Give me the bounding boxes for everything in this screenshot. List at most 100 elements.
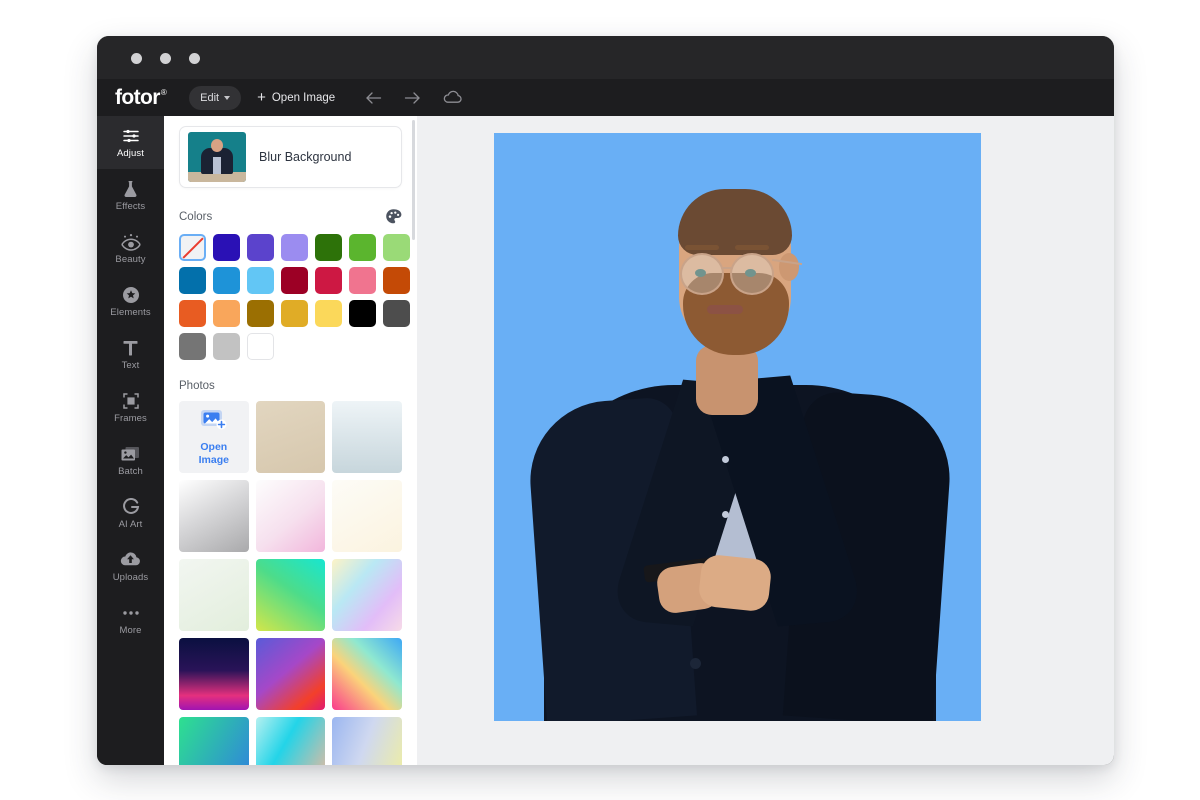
photo-tile-pale-green-gradient[interactable] <box>179 559 249 631</box>
color-swatch-white[interactable] <box>247 333 274 360</box>
panel-scrollbar[interactable] <box>412 120 415 240</box>
color-swatch-gold[interactable] <box>281 300 308 327</box>
sidebar-item-label: Effects <box>115 201 146 212</box>
photo-tile-pale-blue-gradient[interactable] <box>332 401 402 473</box>
photo-tile-sunset-cyan-gradient[interactable] <box>332 638 402 710</box>
photos-section-header: Photos <box>179 380 402 392</box>
arrow-left-icon[interactable] <box>365 91 382 105</box>
photo-tile-navy-magenta-gradient[interactable] <box>179 638 249 710</box>
main-content: Adjust Effects Beauty Elements Text Fram… <box>97 116 1114 765</box>
sidebar-item-label: Text <box>121 360 140 371</box>
sidebar-item-label: Elements <box>110 307 151 318</box>
sidebar-item-label: Batch <box>118 466 143 477</box>
color-swatch-gray[interactable] <box>179 333 206 360</box>
sidebar-item-text[interactable]: Text <box>97 328 164 381</box>
fotor-logo-text: fotor <box>115 86 160 109</box>
color-swatch-medium-blue[interactable] <box>213 267 240 294</box>
blur-background-label: Blur Background <box>259 150 352 164</box>
sidebar-item-label: More <box>119 625 142 636</box>
color-swatch-dark-gold[interactable] <box>247 300 274 327</box>
photo-tile-cyan-peach-gradient[interactable] <box>255 717 326 765</box>
color-swatch-light-orange[interactable] <box>213 300 240 327</box>
subject-photo <box>494 133 981 721</box>
batch-images-icon <box>121 444 140 463</box>
text-t-icon <box>122 338 139 357</box>
color-swatch-dark-crimson[interactable] <box>281 267 308 294</box>
photo-tile-beige-solid[interactable] <box>255 401 326 473</box>
close-dot[interactable] <box>131 53 142 64</box>
cloud-icon[interactable] <box>443 90 463 105</box>
sidebar-item-effects[interactable]: Effects <box>97 169 164 222</box>
color-swatch-pink[interactable] <box>349 267 376 294</box>
photo-tile-blue-yellow-gradient[interactable] <box>332 717 402 765</box>
sidebar-item-elements[interactable]: Elements <box>97 275 164 328</box>
photo-tile-silver-gradient[interactable] <box>179 480 249 552</box>
palette-icon[interactable] <box>385 208 402 225</box>
photo-tile-green-cyan-gradient[interactable] <box>255 559 326 631</box>
open-image-tile-label: Open Image <box>198 441 229 466</box>
sidebar-item-batch[interactable]: Batch <box>97 434 164 487</box>
open-image-button[interactable]: + Open Image <box>257 90 335 105</box>
color-swatch-light-purple[interactable] <box>281 234 308 261</box>
sidebar-item-frames[interactable]: Frames <box>97 381 164 434</box>
photo-tile-green-blue-gradient[interactable] <box>179 717 249 765</box>
minimize-dot[interactable] <box>160 53 171 64</box>
left-tool-rail: Adjust Effects Beauty Elements Text Fram… <box>97 116 164 765</box>
add-photo-icon <box>199 408 229 437</box>
color-swatch-crimson-red[interactable] <box>315 267 342 294</box>
sidebar-item-adjust[interactable]: Adjust <box>97 116 164 169</box>
color-swatch-transparent[interactable] <box>179 234 206 261</box>
arrow-right-icon[interactable] <box>404 91 421 105</box>
sidebar-item-label: Uploads <box>112 572 149 583</box>
sliders-icon <box>122 126 140 145</box>
flask-icon <box>122 179 139 198</box>
color-swatch-light-sky-blue[interactable] <box>247 267 274 294</box>
photo-tile-open-image-tile[interactable]: Open Image <box>179 401 249 473</box>
blur-background-card[interactable]: Blur Background <box>179 126 402 188</box>
photo-tile-pastel-rainbow-gradient[interactable] <box>332 559 402 631</box>
star-badge-icon <box>122 285 140 304</box>
canvas-area[interactable] <box>417 116 1114 765</box>
sidebar-item-label: AI Art <box>118 519 143 530</box>
photo-tile-pink-white-gradient[interactable] <box>255 480 326 552</box>
color-swatch-black[interactable] <box>349 300 376 327</box>
photo-tile-purple-red-gradient[interactable] <box>255 638 326 710</box>
sidebar-item-label: Adjust <box>116 148 144 159</box>
sidebar-item-more[interactable]: More <box>97 593 164 646</box>
maximize-dot[interactable] <box>189 53 200 64</box>
fotor-logo[interactable]: fotor® <box>115 86 167 109</box>
color-swatch-light-yellow[interactable] <box>315 300 342 327</box>
colors-title: Colors <box>179 210 213 223</box>
sidebar-item-uploads[interactable]: Uploads <box>97 540 164 593</box>
eye-icon <box>120 232 141 251</box>
photo-background-grid: Open Image <box>179 401 402 765</box>
photos-title: Photos <box>179 380 215 392</box>
color-swatch-orange[interactable] <box>179 300 206 327</box>
color-swatch-medium-purple[interactable] <box>247 234 274 261</box>
sidebar-item-beauty[interactable]: Beauty <box>97 222 164 275</box>
sidebar-item-label: Beauty <box>115 254 146 265</box>
color-swatch-light-green[interactable] <box>383 234 410 261</box>
app-toolbar: fotor® Edit + Open Image <box>97 79 1114 116</box>
edit-menu-button[interactable]: Edit <box>189 85 242 110</box>
color-swatch-dark-green[interactable] <box>315 234 342 261</box>
color-swatch-dark-cyan-blue[interactable] <box>179 267 206 294</box>
colors-section-header: Colors <box>179 208 402 225</box>
color-swatch-grid <box>179 234 410 360</box>
color-swatch-burnt-orange[interactable] <box>383 267 410 294</box>
frame-icon <box>122 391 140 410</box>
sidebar-item-ai-art[interactable]: AI Art <box>97 487 164 540</box>
app-window: fotor® Edit + Open Image Adjust Effects … <box>97 36 1114 765</box>
photo-tile-cream-gradient[interactable] <box>332 480 402 552</box>
upload-cloud-icon <box>120 550 141 569</box>
blur-background-thumbnail <box>188 132 246 182</box>
color-swatch-light-gray[interactable] <box>213 333 240 360</box>
color-swatch-medium-green[interactable] <box>349 234 376 261</box>
ai-art-icon <box>122 497 140 516</box>
options-panel: Blur Background Colors Photos Open Image <box>164 116 417 765</box>
color-swatch-dark-gray[interactable] <box>383 300 410 327</box>
chevron-down-icon <box>224 95 231 100</box>
color-swatch-dark-blue-violet[interactable] <box>213 234 240 261</box>
artboard[interactable] <box>494 133 981 721</box>
window-titlebar <box>97 36 1114 79</box>
